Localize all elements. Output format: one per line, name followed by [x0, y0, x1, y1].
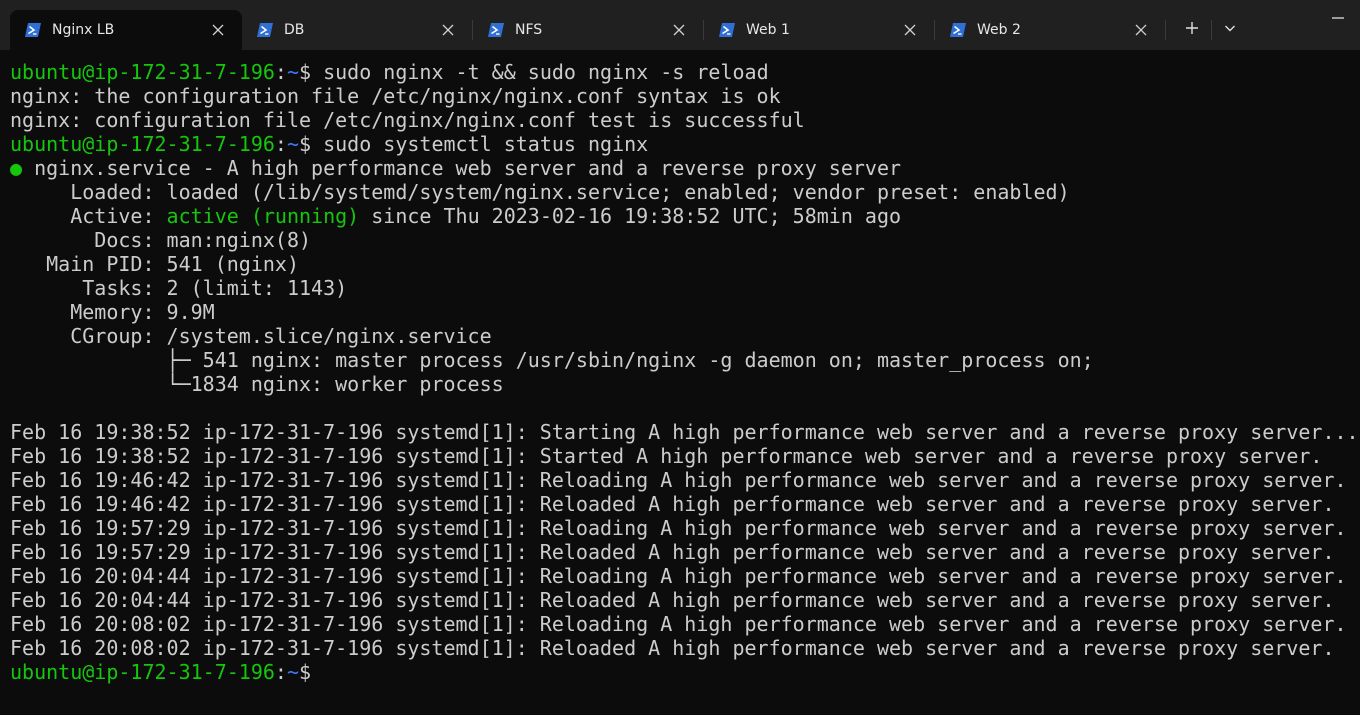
prompt-colon: :: [274, 660, 287, 684]
terminal-line: Docs: man:nginx(8): [10, 228, 312, 252]
prompt-colon: :: [274, 60, 287, 84]
log-line: Feb 16 20:04:44 ip-172-31-7-196 systemd[…: [10, 564, 1347, 588]
terminal-line: ├─ 541 nginx: master process /usr/sbin/n…: [10, 348, 1094, 372]
prompt-dollar: $: [299, 60, 312, 84]
prompt-colon: :: [274, 132, 287, 156]
minimize-icon[interactable]: [1330, 10, 1346, 26]
terminal-line: CGroup: /system.slice/nginx.service: [10, 324, 492, 348]
terminal-line: nginx: the configuration file /etc/nginx…: [10, 84, 781, 108]
powershell-icon: [719, 23, 735, 37]
plus-icon: [1186, 22, 1198, 34]
prompt-path: ~: [286, 660, 299, 684]
service-title: nginx.service - A high performance web s…: [22, 156, 902, 180]
log-line: Feb 16 19:38:52 ip-172-31-7-196 systemd[…: [10, 420, 1359, 444]
tab-label: Web 1: [746, 22, 790, 38]
close-icon[interactable]: [671, 22, 687, 38]
prompt-user: ubuntu@ip-172-31-7-196: [10, 660, 275, 684]
powershell-icon: [950, 23, 966, 37]
tab-nfs[interactable]: NFS: [473, 10, 703, 50]
log-line: Feb 16 19:57:29 ip-172-31-7-196 systemd[…: [10, 540, 1335, 564]
tab-label: Nginx LB: [52, 22, 115, 38]
tab-dropdown-button[interactable]: [1218, 16, 1242, 40]
powershell-icon: [25, 23, 41, 37]
active-since: since Thu 2023-02-16 19:38:52 UTC; 58min…: [359, 204, 902, 228]
prompt-path: ~: [286, 132, 299, 156]
tab-separator: [1211, 20, 1212, 40]
prompt-path: ~: [286, 60, 299, 84]
active-state: active (running): [166, 204, 360, 228]
command-text: sudo nginx -t && sudo nginx -s reload: [311, 60, 769, 84]
log-line: Feb 16 20:08:02 ip-172-31-7-196 systemd[…: [10, 636, 1335, 660]
terminal-output[interactable]: ubuntu@ip-172-31-7-196:~$ sudo nginx -t …: [0, 50, 1360, 715]
terminal-line: ● nginx.service - A high performance web…: [10, 156, 1360, 180]
log-line: Feb 16 20:08:02 ip-172-31-7-196 systemd[…: [10, 612, 1347, 636]
terminal-line: ubuntu@ip-172-31-7-196:~$: [10, 660, 1360, 684]
close-icon[interactable]: [1133, 22, 1149, 38]
status-dot: ●: [10, 156, 23, 180]
tab-separator: [1165, 20, 1166, 40]
prompt-user: ubuntu@ip-172-31-7-196: [10, 132, 275, 156]
terminal-line: ubuntu@ip-172-31-7-196:~$ sudo nginx -t …: [10, 60, 1360, 84]
terminal-line: └─1834 nginx: worker process: [10, 372, 504, 396]
active-label: Active:: [10, 204, 167, 228]
terminal-line: ubuntu@ip-172-31-7-196:~$ sudo systemctl…: [10, 132, 1360, 156]
terminal-line: Loaded: loaded (/lib/systemd/system/ngin…: [10, 180, 1070, 204]
tab-label: DB: [284, 22, 305, 38]
tab-web-2[interactable]: Web 2: [935, 10, 1165, 50]
log-line: Feb 16 19:38:52 ip-172-31-7-196 systemd[…: [10, 444, 1323, 468]
log-line: Feb 16 20:04:44 ip-172-31-7-196 systemd[…: [10, 588, 1335, 612]
close-icon[interactable]: [902, 22, 918, 38]
prompt-user: ubuntu@ip-172-31-7-196: [10, 60, 275, 84]
log-line: Feb 16 19:46:42 ip-172-31-7-196 systemd[…: [10, 468, 1347, 492]
tab-label: NFS: [515, 22, 543, 38]
terminal-line: Memory: 9.9M: [10, 300, 215, 324]
prompt-dollar: $: [299, 132, 312, 156]
tab-web-1[interactable]: Web 1: [704, 10, 934, 50]
chevron-down-icon: [1225, 25, 1235, 32]
powershell-icon: [488, 23, 504, 37]
prompt-dollar: $: [299, 660, 312, 684]
close-icon[interactable]: [210, 22, 226, 38]
terminal-line: Tasks: 2 (limit: 1143): [10, 276, 348, 300]
log-line: Feb 16 19:57:29 ip-172-31-7-196 systemd[…: [10, 516, 1347, 540]
powershell-icon: [257, 23, 273, 37]
terminal-line: nginx: configuration file /etc/nginx/ngi…: [10, 108, 805, 132]
terminal-line: Main PID: 541 (nginx): [10, 252, 299, 276]
tab-nginx-lb[interactable]: Nginx LB: [10, 10, 242, 50]
log-line: Feb 16 19:46:42 ip-172-31-7-196 systemd[…: [10, 492, 1335, 516]
close-icon[interactable]: [440, 22, 456, 38]
command-text: sudo systemctl status nginx: [311, 132, 649, 156]
new-tab-button[interactable]: [1180, 16, 1204, 40]
tab-db[interactable]: DB: [242, 10, 472, 50]
terminal-line: Active: active (running) since Thu 2023-…: [10, 204, 1360, 228]
tab-bar: Nginx LB DB NFS Web 1 Web 2: [0, 0, 1360, 50]
tab-label: Web 2: [977, 22, 1021, 38]
